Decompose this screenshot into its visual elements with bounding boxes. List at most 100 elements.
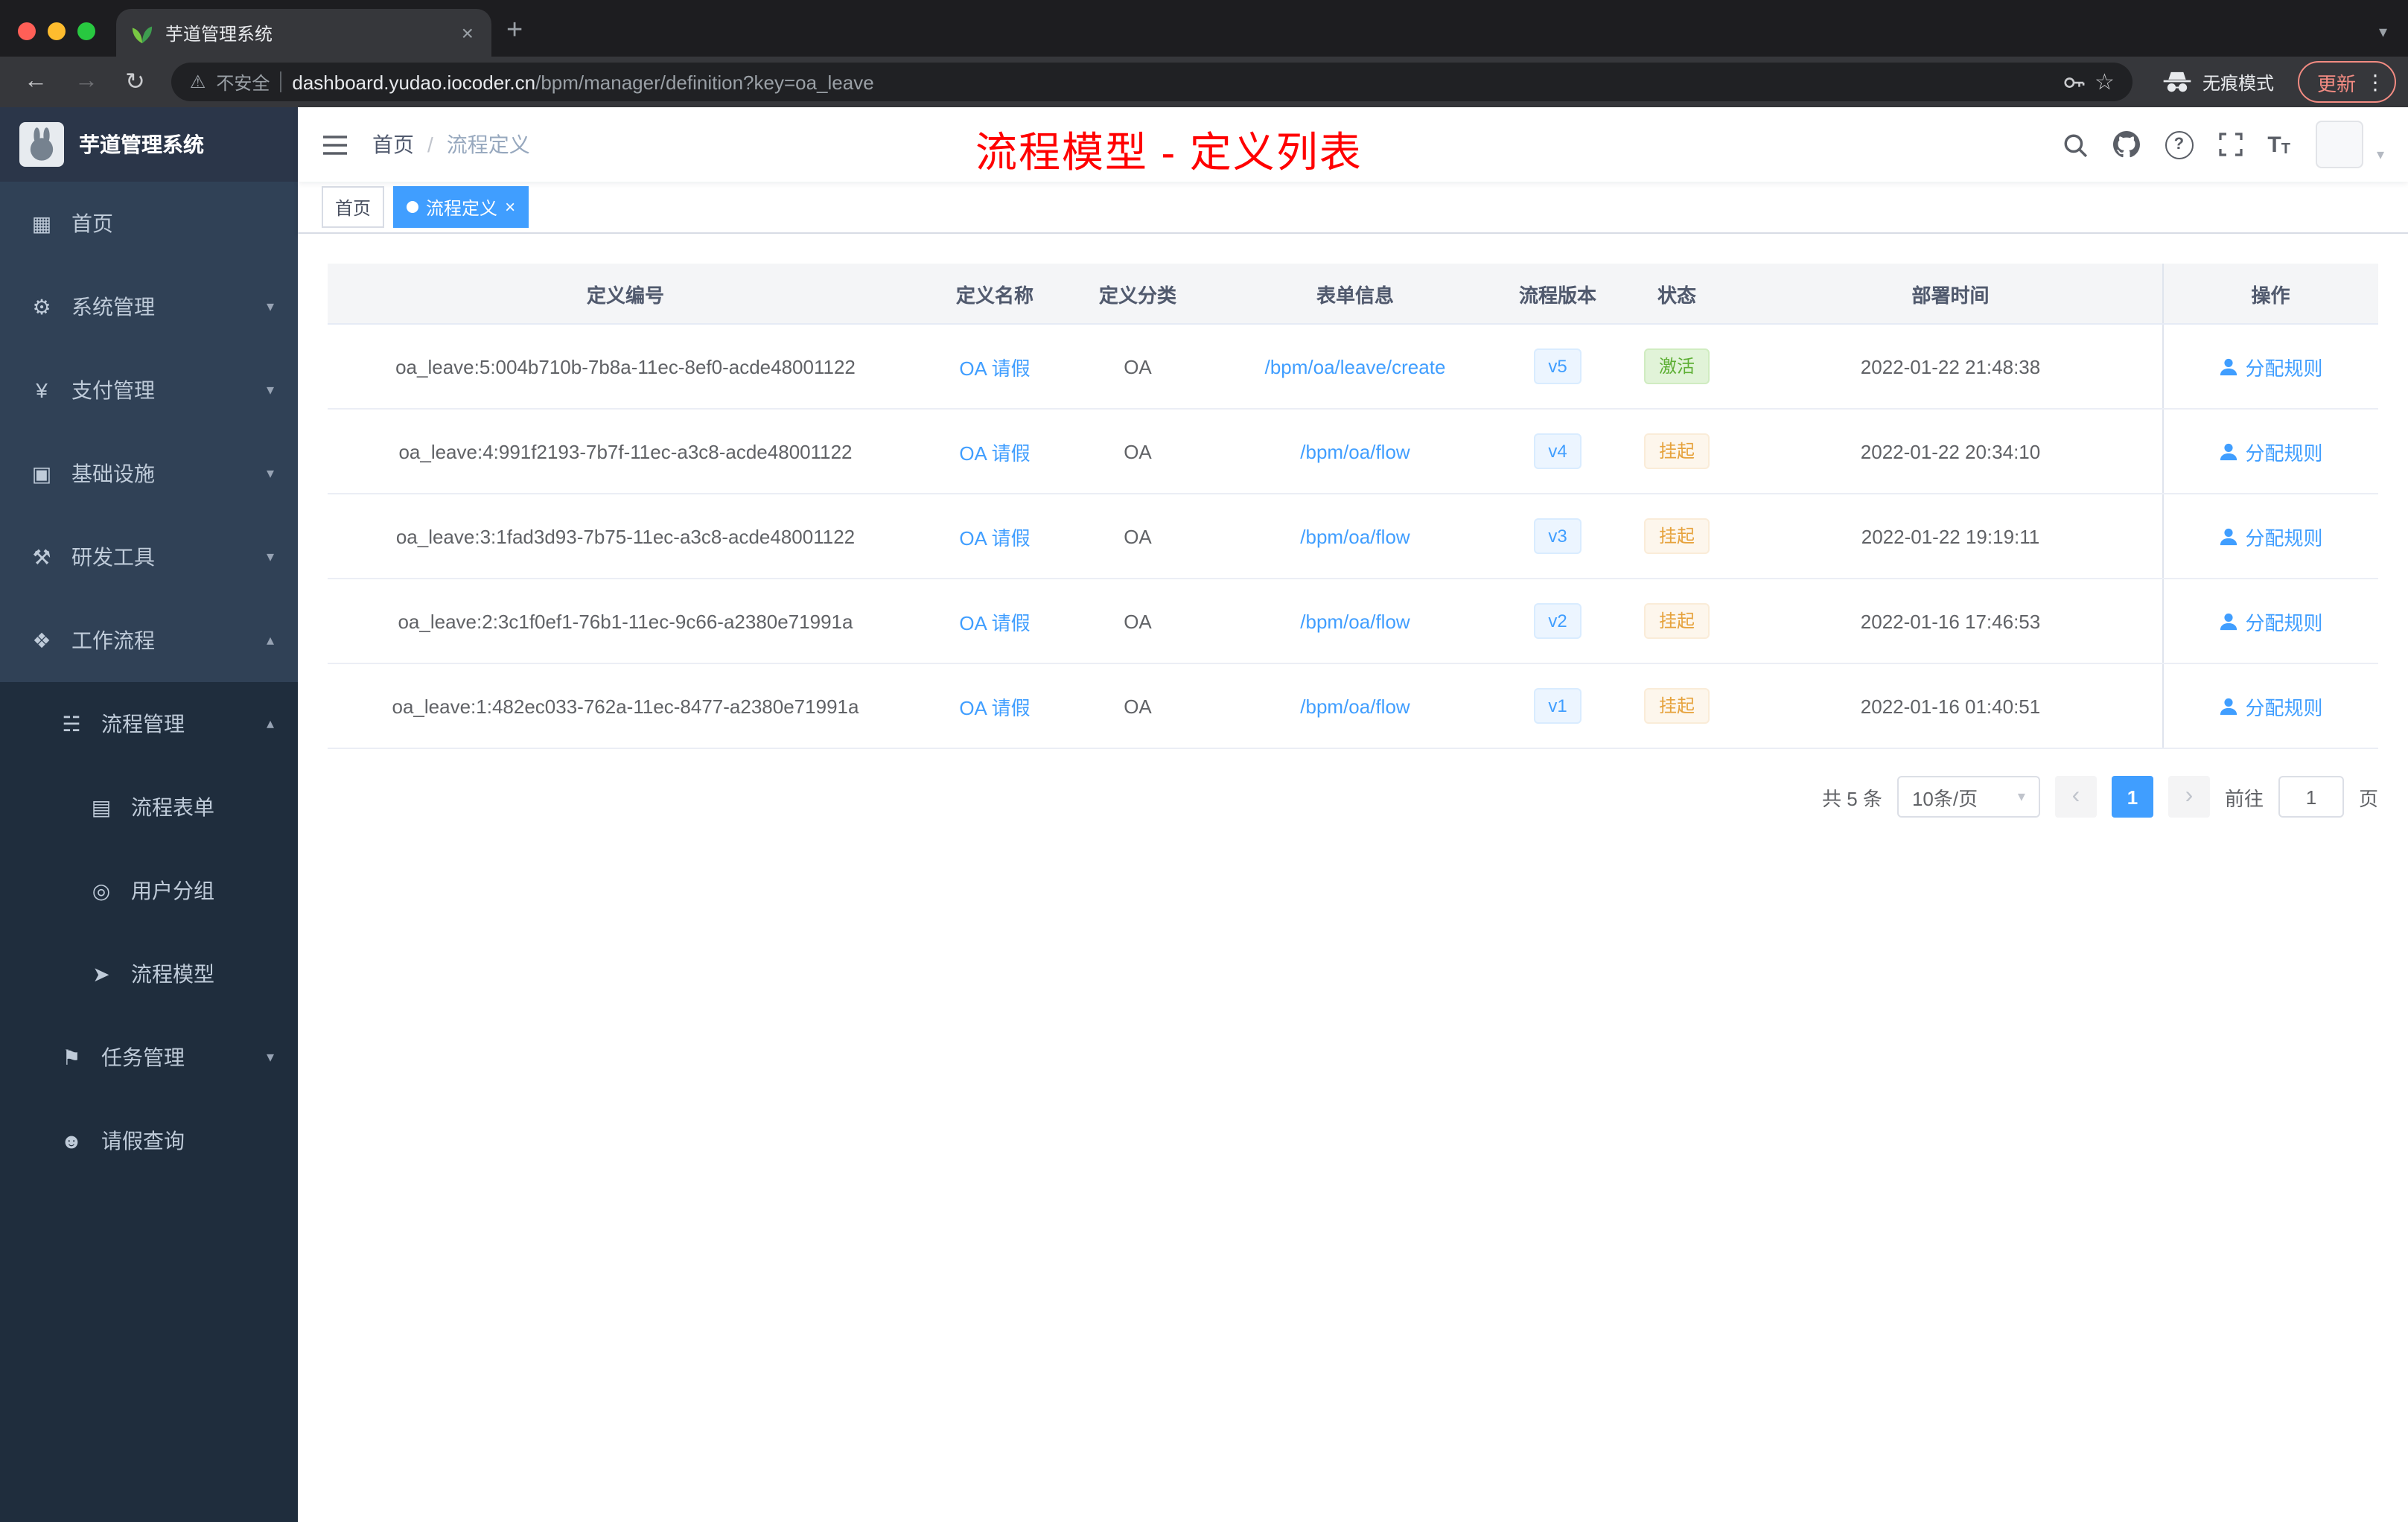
cell-definition-name-link[interactable]: OA 请假 [923, 324, 1066, 410]
page-size-select[interactable]: 10条/页 ▾ [1896, 776, 2040, 818]
definition-table: 定义编号 定义名称 定义分类 表单信息 流程版本 状态 部署时间 操作 oa_l [328, 264, 2378, 749]
user-group-icon: ◎ [92, 878, 111, 902]
password-key-icon[interactable] [2062, 71, 2084, 93]
tab-search-icon[interactable]: ▾ [2379, 22, 2408, 57]
sidebar-item-process-model[interactable]: ➤ 流程模型 [0, 932, 298, 1016]
tag-process-definition[interactable]: 流程定义 × [393, 186, 529, 228]
assign-rule-button[interactable]: 分配规则 [2218, 607, 2323, 635]
breadcrumb: 首页 / 流程定义 [372, 130, 530, 159]
new-tab-button[interactable]: + [491, 15, 541, 57]
chevron-down-icon: ▾ [266, 299, 274, 315]
sidebar-item-label: 首页 [71, 211, 113, 235]
window-minimize-button[interactable] [48, 22, 66, 40]
table-row: oa_leave:1:482ec033-762a-11ec-8477-a2380… [328, 663, 2378, 749]
cell-form-link[interactable]: /bpm/oa/flow [1209, 663, 1501, 749]
url-path: /bpm/manager/definition?key=oa_leave [535, 71, 874, 93]
hamburger-icon[interactable] [322, 133, 348, 156]
page-content: 定义编号 定义名称 定义分类 表单信息 流程版本 状态 部署时间 操作 oa_l [298, 234, 2408, 1522]
sidebar-item-workflow[interactable]: ❖ 工作流程 ▴ [0, 599, 298, 682]
browser-tab[interactable]: 芋道管理系统 × [116, 9, 491, 57]
col-process-version: 流程版本 [1501, 264, 1614, 325]
security-label[interactable]: 不安全 [216, 69, 270, 95]
breadcrumb-home[interactable]: 首页 [372, 130, 414, 159]
tab-close-icon[interactable]: × [459, 21, 477, 45]
version-badge: v4 [1533, 433, 1582, 469]
bookmark-star-icon[interactable]: ☆ [2095, 69, 2115, 95]
update-label: 更新 [2316, 72, 2356, 95]
window-zoom-button[interactable] [77, 22, 95, 40]
avatar[interactable] [2315, 121, 2363, 168]
cell-form-link[interactable]: /bpm/oa/flow [1209, 409, 1501, 494]
browser-menu-icon[interactable]: ⋮ [2365, 69, 2386, 95]
cell-definition-name-link[interactable]: OA 请假 [923, 663, 1066, 749]
tag-close-icon[interactable]: × [505, 197, 515, 217]
search-icon[interactable] [2062, 132, 2087, 157]
version-badge: v1 [1533, 688, 1582, 724]
cell-deploy-time: 2022-01-16 17:46:53 [1739, 579, 2162, 664]
sidebar-item-system-mgmt[interactable]: ⚙ 系统管理 ▾ [0, 265, 298, 348]
sidebar-item-infrastructure[interactable]: ▣ 基础设施 ▾ [0, 432, 298, 515]
browser-tab-strip: 芋道管理系统 × + ▾ [0, 0, 2408, 57]
page-number-button[interactable]: 1 [2111, 776, 2153, 818]
cell-definition-name-link[interactable]: OA 请假 [923, 494, 1066, 579]
address-bar[interactable]: ⚠ 不安全 dashboard.yudao.iocoder.cn/bpm/man… [171, 63, 2133, 101]
incognito-label: 无痕模式 [2202, 72, 2274, 93]
chevron-down-icon: ▾ [266, 382, 274, 398]
sidebar-item-label: 系统管理 [71, 295, 155, 319]
cell-form-link[interactable]: /bpm/oa/flow [1209, 579, 1501, 664]
sidebar-item-leave-query[interactable]: ☻ 请假查询 [0, 1099, 298, 1182]
sidebar-item-user-group[interactable]: ◎ 用户分组 [0, 849, 298, 932]
cell-form-link[interactable]: /bpm/oa/flow [1209, 494, 1501, 579]
status-badge: 挂起 [1643, 518, 1710, 554]
github-icon[interactable] [2112, 131, 2140, 158]
cell-form-link[interactable]: /bpm/oa/leave/create [1209, 324, 1501, 410]
app-root: 芋道管理系统 ▦ 首页 ⚙ 系统管理 ▾ ¥ 支付管理 ▾ ▣ 基础设施 ▾ ⚒… [0, 107, 2408, 1522]
avatar-caret-icon[interactable]: ▾ [2377, 147, 2384, 163]
top-navbar: 首页 / 流程定义 流程模型 - 定义列表 ? T T ▾ [298, 107, 2408, 182]
assign-rule-label: 分配规则 [2245, 526, 2323, 549]
col-definition-category: 定义分类 [1066, 264, 1209, 325]
rabbit-logo-icon [19, 122, 64, 167]
sidebar-item-label: 用户分组 [131, 879, 214, 902]
assign-rule-button[interactable]: 分配规则 [2218, 437, 2323, 465]
incognito-spy-icon [2162, 71, 2192, 93]
flag-icon: ⚑ [62, 1045, 81, 1069]
window-close-button[interactable] [18, 22, 36, 40]
sidebar-menu: ▦ 首页 ⚙ 系统管理 ▾ ¥ 支付管理 ▾ ▣ 基础设施 ▾ ⚒ 研发工具 ▾… [0, 182, 298, 1522]
prev-page-button[interactable]: ‹ [2054, 776, 2097, 818]
tag-home[interactable]: 首页 [322, 186, 385, 228]
font-size-icon[interactable]: TT [2267, 132, 2290, 157]
cell-definition-name-link[interactable]: OA 请假 [923, 409, 1066, 494]
forward-button[interactable]: → [63, 69, 110, 95]
sidebar: 芋道管理系统 ▦ 首页 ⚙ 系统管理 ▾ ¥ 支付管理 ▾ ▣ 基础设施 ▾ ⚒… [0, 107, 298, 1522]
sidebar-item-task-mgmt[interactable]: ⚑ 任务管理 ▾ [0, 1016, 298, 1099]
goto-page-input[interactable] [2278, 776, 2344, 818]
sidebar-item-process-mgmt[interactable]: ☵ 流程管理 ▴ [0, 682, 298, 765]
sidebar-logo: 芋道管理系统 [0, 107, 298, 182]
window-controls [0, 22, 116, 57]
next-page-button[interactable]: › [2167, 776, 2210, 818]
fullscreen-icon[interactable] [2218, 133, 2242, 156]
assign-rule-label: 分配规则 [2245, 357, 2323, 379]
status-badge: 激活 [1643, 348, 1710, 384]
assign-rule-button[interactable]: 分配规则 [2218, 692, 2323, 720]
cell-definition-name-link[interactable]: OA 请假 [923, 579, 1066, 664]
main-area: 首页 / 流程定义 流程模型 - 定义列表 ? T T ▾ 首页 流程定义 × … [298, 107, 2408, 1522]
sidebar-item-label: 流程表单 [131, 795, 214, 819]
cell-definition-id: oa_leave:4:991f2193-7b7f-11ec-a3c8-acde4… [328, 409, 923, 494]
assign-rule-button[interactable]: 分配规则 [2218, 522, 2323, 550]
sidebar-item-label: 流程管理 [101, 712, 185, 736]
browser-update-button[interactable]: 更新 ⋮ [2297, 61, 2396, 103]
sidebar-item-payment-mgmt[interactable]: ¥ 支付管理 ▾ [0, 348, 298, 432]
sidebar-item-process-form[interactable]: ▤ 流程表单 [0, 765, 298, 849]
back-button[interactable]: ← [12, 69, 60, 95]
sidebar-item-home[interactable]: ▦ 首页 [0, 182, 298, 265]
url-domain: dashboard.yudao.iocoder.cn [292, 71, 536, 93]
help-icon[interactable]: ? [2165, 130, 2194, 159]
table-header-row: 定义编号 定义名称 定义分类 表单信息 流程版本 状态 部署时间 操作 [328, 264, 2378, 325]
sidebar-item-dev-tools[interactable]: ⚒ 研发工具 ▾ [0, 515, 298, 599]
assign-rule-button[interactable]: 分配规则 [2218, 352, 2323, 380]
col-deploy-time: 部署时间 [1739, 264, 2162, 325]
reload-button[interactable]: ↻ [113, 67, 157, 97]
col-form-info: 表单信息 [1209, 264, 1501, 325]
